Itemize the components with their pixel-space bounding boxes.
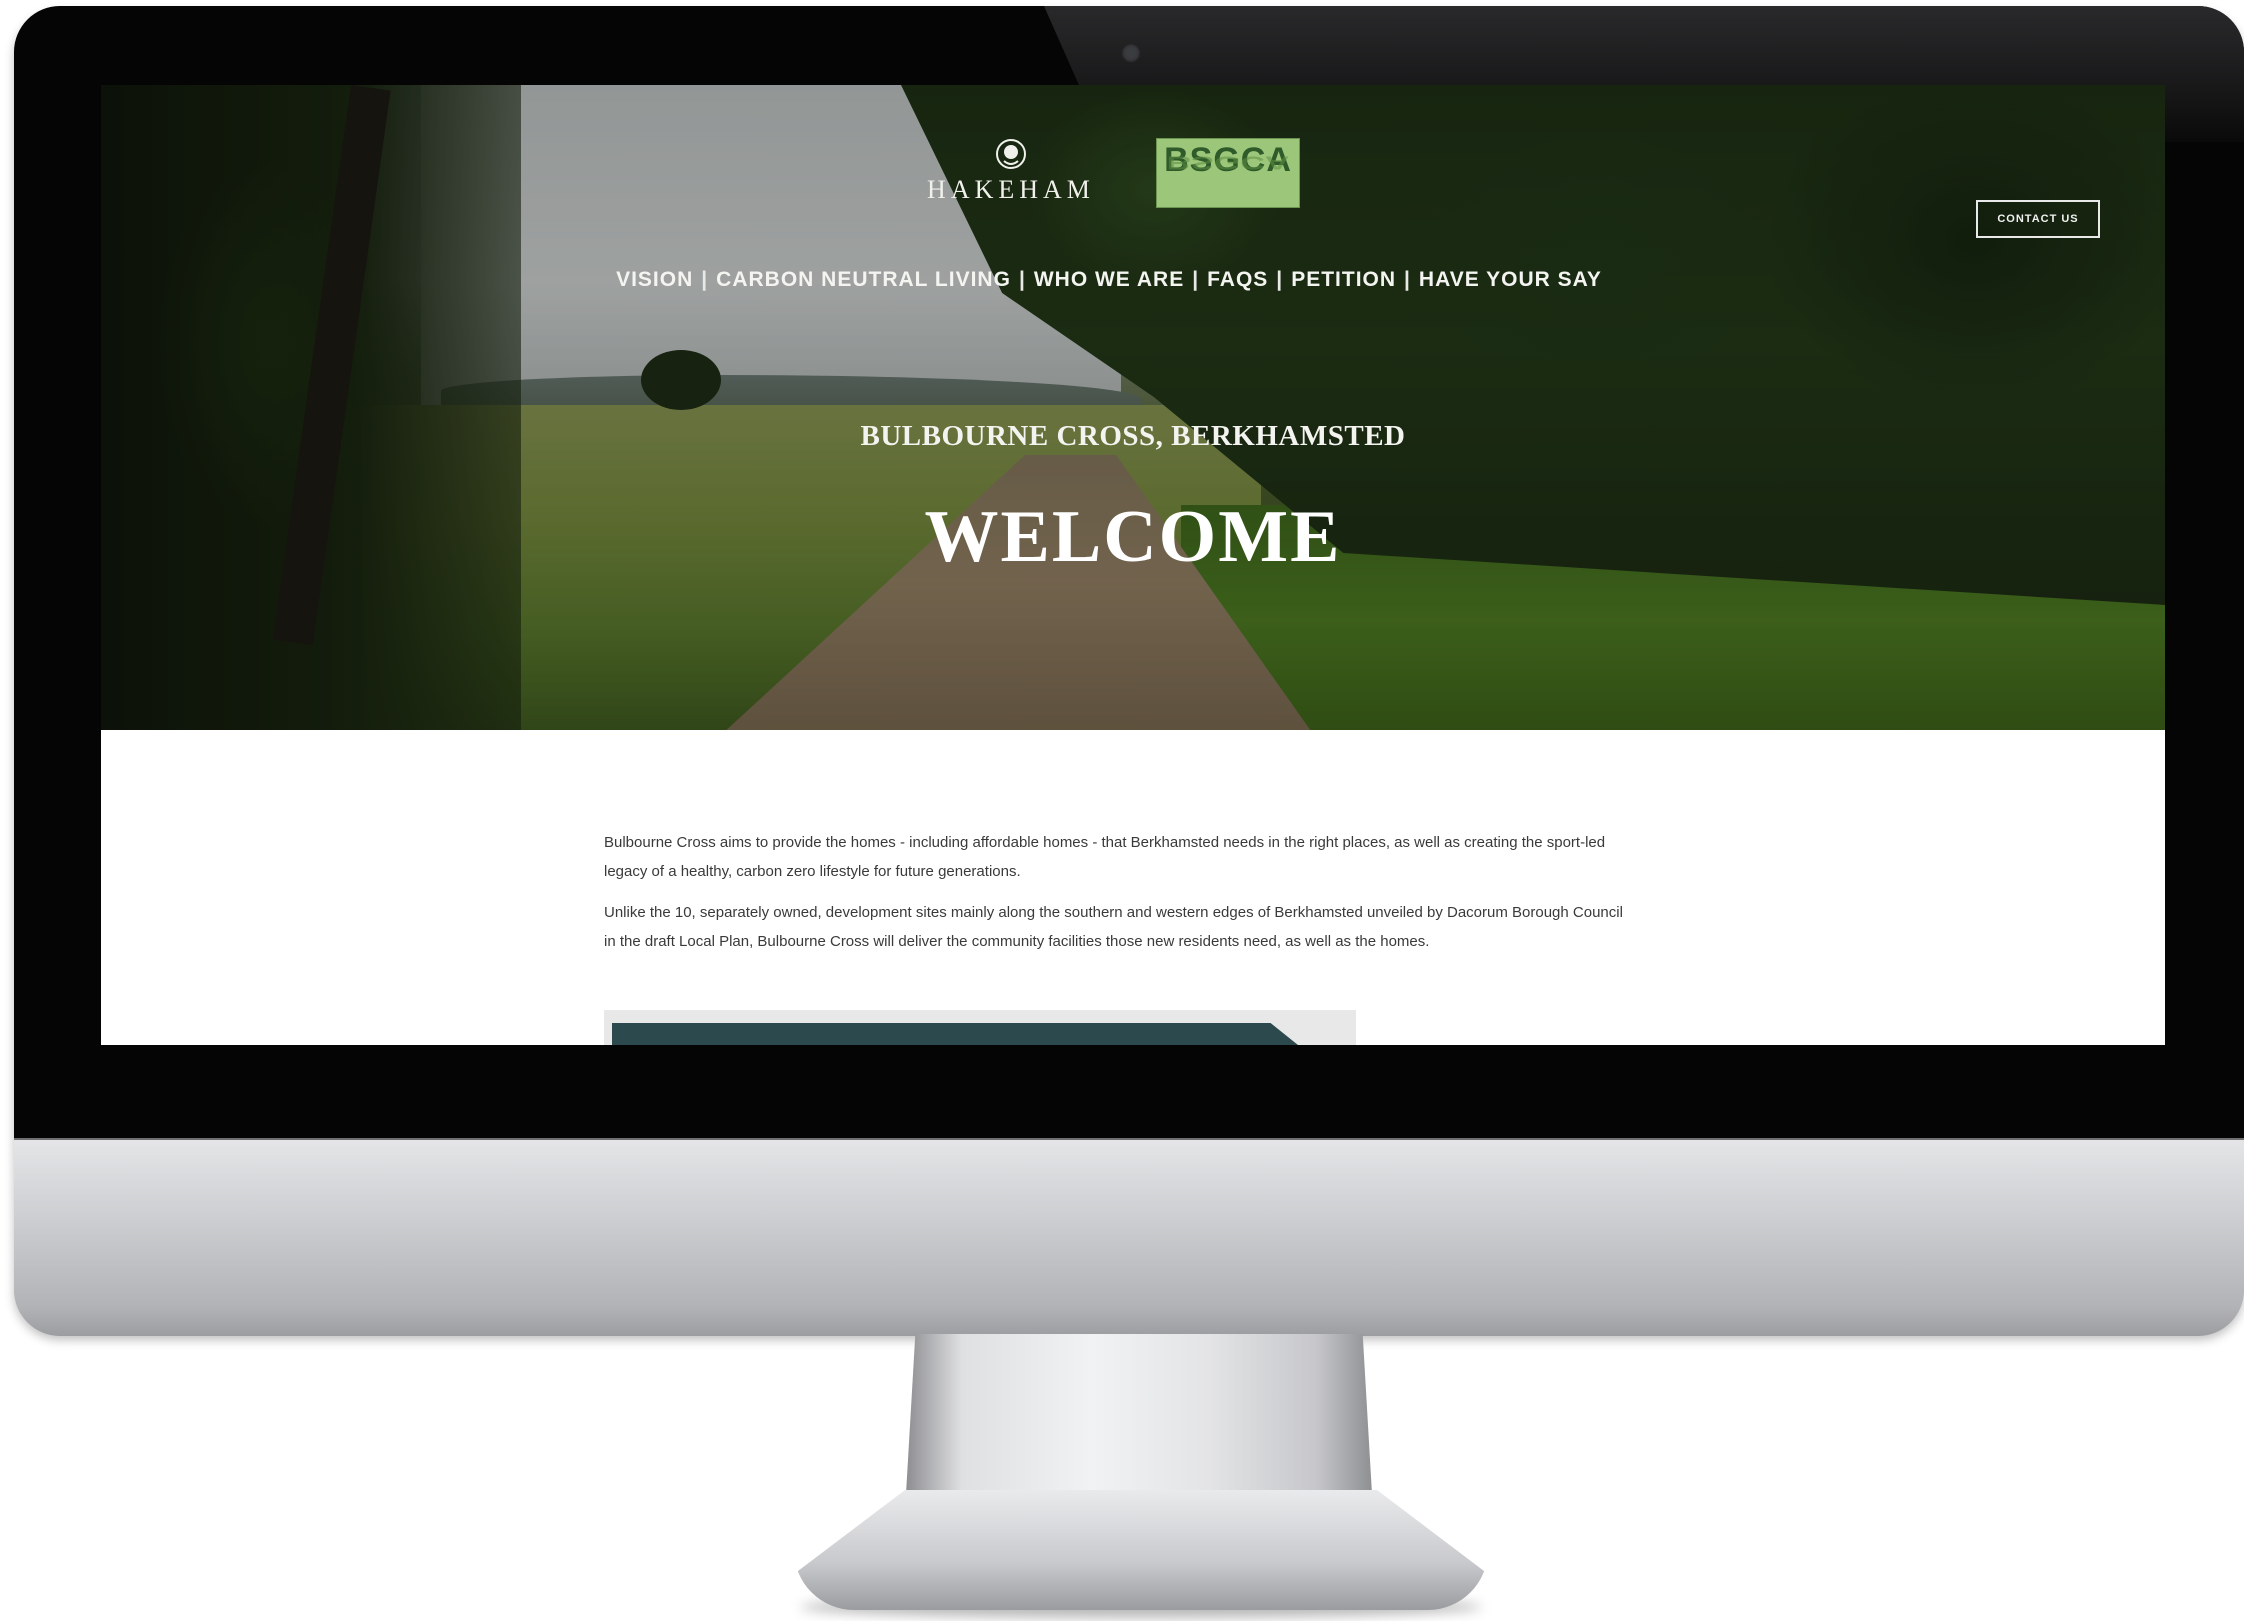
bsgca-logo-reflection: BSGCA	[1166, 152, 1290, 173]
intro-paragraph: Unlike the 10, separately owned, develop…	[604, 904, 1623, 950]
nav-separator: |	[1276, 268, 1284, 291]
monitor-stand-neck	[906, 1334, 1372, 1494]
camera-icon	[1121, 43, 1141, 63]
lion-crest-icon	[996, 139, 1026, 169]
monitor-chin	[14, 1138, 2244, 1336]
hero-banner: HAKEHAM BSGCA BSGCA CONTACT US VISION | …	[101, 85, 2165, 730]
hakeham-logo-text: HAKEHAM	[927, 175, 1095, 204]
hakeham-logo[interactable]: HAKEHAM	[911, 137, 1111, 207]
hero-overlay	[101, 85, 2165, 730]
nav-item-petition[interactable]: PETITION	[1291, 268, 1396, 292]
nav-item-who-we-are[interactable]: WHO WE ARE	[1034, 268, 1184, 292]
hero-subtitle: BULBOURNE CROSS, BERKHAMSTED	[860, 420, 1406, 452]
intro-content: Bulbourne Cross aims to provide the home…	[604, 828, 1624, 968]
nav-item-vision[interactable]: VISION	[616, 268, 693, 292]
bsgca-logo[interactable]: BSGCA BSGCA	[1156, 138, 1300, 208]
intro-paragraph: Bulbourne Cross aims to provide the home…	[604, 834, 1606, 880]
nav-item-have-your-say[interactable]: HAVE YOUR SAY	[1419, 268, 1602, 292]
nav-separator: |	[1192, 268, 1200, 291]
nav-separator: |	[701, 268, 709, 291]
hero-title: WELCOME	[924, 496, 1342, 578]
nav-item-faqs[interactable]: FAQS	[1207, 268, 1268, 292]
content-image-preview	[604, 1010, 1356, 1045]
nav-separator: |	[1404, 268, 1411, 291]
contact-us-button[interactable]: CONTACT US	[1976, 200, 2100, 238]
nav-separator: |	[1018, 268, 1026, 291]
monitor-stand-foot	[794, 1490, 1488, 1610]
website-screen: HAKEHAM BSGCA BSGCA CONTACT US VISION | …	[101, 85, 2165, 1045]
nav-item-carbon-neutral-living[interactable]: CARBON NEUTRAL LIVING	[716, 268, 1011, 292]
main-nav: VISION | CARBON NEUTRAL LIVING | WHO WE …	[609, 265, 1609, 295]
content-image-banner	[612, 1023, 1298, 1045]
